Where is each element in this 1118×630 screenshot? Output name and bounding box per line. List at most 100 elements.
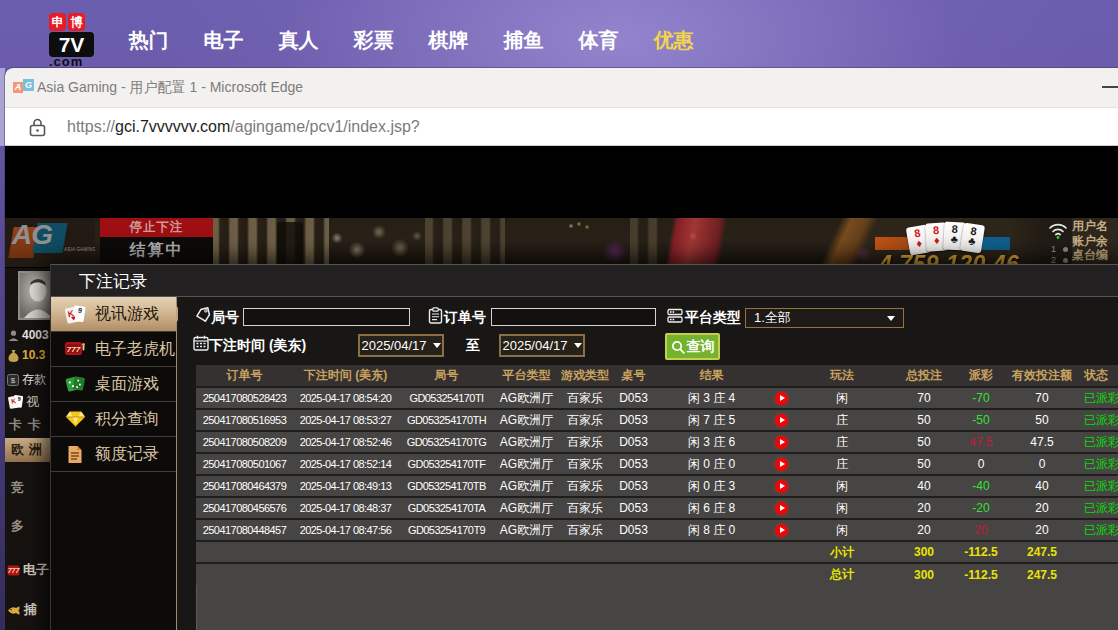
green-dice-icon [64, 374, 86, 394]
casino-blinds [630, 218, 664, 264]
order-no-input[interactable] [491, 308, 656, 326]
svg-text:777: 777 [8, 567, 20, 574]
nav-item[interactable]: 热门 [111, 27, 186, 54]
table-header-cell: 平台类型 [495, 365, 558, 387]
date-to-value: 2025/04/17 [502, 338, 567, 353]
logo-tld: .com [49, 57, 109, 66]
table-header-cell: 结果 [655, 365, 768, 387]
clipboard-icon [428, 307, 443, 324]
replay-button[interactable] [775, 436, 788, 449]
bet-record-row: 2504170804565762025-04-17 08:48:37GD0532… [196, 497, 1118, 519]
browser-titlebar[interactable]: A G Asia Gaming - 用户配置 1 - Microsoft Edg… [5, 68, 1118, 108]
table-header-cell: 游戏类型 [558, 365, 612, 387]
table-header-row: 订单号下注时间 (美东)局号平台类型游戏类型桌号结果玩法总投注派彩有效投注额状态 [196, 365, 1118, 387]
lobby-active-hall[interactable]: 欧洲 [5, 438, 50, 462]
date-from-value: 2025/04/17 [361, 338, 426, 353]
modal-sidebar: K9视讯游戏777电子老虎机桌面游戏积分查询额度记录 [51, 297, 177, 630]
date-to-select[interactable]: 2025/04/17 [499, 334, 585, 357]
dropdown-caret-icon [433, 343, 441, 348]
svg-text:$: $ [11, 376, 16, 385]
site-nav: 热门电子真人彩票棋牌捕鱼体育优惠 [111, 13, 711, 68]
wifi-icon [1048, 222, 1068, 240]
modal-tab-playing-cards[interactable]: K9视讯游戏 [51, 297, 176, 332]
nav-item[interactable]: 真人 [261, 27, 336, 54]
table-header-cell [768, 365, 794, 387]
replay-button[interactable] [775, 414, 788, 427]
round-no-input[interactable] [243, 308, 410, 326]
modal-tab-green-dice[interactable]: 桌面游戏 [51, 367, 176, 402]
ag-logo-card: AG ASIA GAMING [5, 218, 95, 267]
table-info-panel: 用户名账户余桌台编 [1072, 218, 1118, 264]
replay-button[interactable] [775, 480, 788, 493]
modal-tab-slot-777[interactable]: 777电子老虎机 [51, 332, 176, 367]
modal-titlebar: 下注记录 [51, 265, 1118, 297]
nav-item[interactable]: 体育 [561, 27, 636, 54]
replay-button[interactable] [775, 502, 788, 515]
page-viewport: AG ASIA GAMING 停止下注 结算中 8♦︎8♦︎8♣︎8♣︎ 4,7… [5, 146, 1118, 630]
dropdown-caret-icon [574, 343, 582, 348]
minimize-button[interactable] [1102, 86, 1118, 88]
replay-button[interactable] [775, 458, 788, 471]
bet-record-row: 2504170805082092025-04-17 08:52:46GD0532… [196, 431, 1118, 453]
orange-document-icon [64, 445, 86, 464]
nav-item[interactable]: 电子 [186, 27, 261, 54]
lobby-item-fish[interactable]: 捕 [7, 601, 37, 619]
table-header-cell: 局号 [398, 365, 495, 387]
url-text[interactable]: https://gci.7vvvvvv.com/agingame/pcv1/in… [67, 108, 420, 146]
lobby-item-sport[interactable]: 竞 [11, 479, 31, 497]
casino-blinds [425, 218, 505, 264]
bet-time-label: 下注时间 (美东) [209, 337, 306, 353]
browser-window: A G Asia Gaming - 用户配置 1 - Microsoft Edg… [5, 68, 1118, 630]
casino-silhouette [277, 222, 303, 264]
site-logo[interactable]: 申 博 7V .com [49, 13, 109, 73]
nav-item[interactable]: 捕鱼 [486, 27, 561, 54]
url-path: /agingame/pcv1/index.jsp? [230, 118, 419, 136]
address-bar[interactable]: https://gci.7vvvvvv.com/agingame/pcv1/in… [5, 108, 1118, 146]
search-button[interactable]: 查询 [665, 333, 720, 360]
slot-777-icon: 777 [64, 340, 86, 358]
lobby-item-multi[interactable]: 多 [11, 517, 31, 535]
platform-type-label: 平台类型 [685, 309, 741, 325]
table-header-cell: 桌号 [612, 365, 655, 387]
platform-type-select[interactable]: 1.全部 [745, 308, 904, 328]
table-info-label: 用户名 [1072, 219, 1118, 234]
lobby-card-label[interactable]: 卡卡 [9, 416, 47, 434]
ag-favicon: A G [13, 79, 34, 94]
lobby-sidebar: 4003 10.3 $ 存款 K 9 视 卡卡 欧洲 竞 [5, 264, 50, 630]
settling-label: 结算中 [100, 237, 213, 264]
table-header-cell: 下注时间 (美东) [293, 365, 398, 387]
playing-cards-icon: K9 [64, 304, 86, 325]
lobby-item-slots[interactable]: 777 电子 [7, 561, 49, 579]
tag-icon [195, 307, 212, 324]
table-header-cell: 总投注 [890, 365, 958, 387]
modal-tab-gold-diamond[interactable]: 积分查询 [51, 402, 176, 437]
table-header-cell: 玩法 [794, 365, 890, 387]
platform-select-value: 1.全部 [754, 309, 791, 327]
lobby-user-id: 4003 [8, 328, 49, 342]
summary-row: 总计300-112.5247.5 [196, 563, 1118, 585]
modal-tab-orange-document[interactable]: 额度记录 [51, 437, 176, 472]
date-from-select[interactable]: 2025/04/17 [358, 334, 444, 357]
window-title: Asia Gaming - 用户配置 1 - Microsoft Edge [37, 68, 303, 108]
lobby-deposit[interactable]: $ 存款 [7, 371, 46, 388]
bet-records-modal: 下注记录 K9视讯游戏777电子老虎机桌面游戏积分查询额度记录 局号 [50, 264, 1118, 630]
summary-row: 小计300-112.5247.5 [196, 541, 1118, 563]
url-scheme: https:// [67, 118, 115, 136]
lobby-video-games[interactable]: K 9 视 [8, 393, 39, 411]
table-header-cell: 派彩 [958, 365, 1004, 387]
dropdown-caret-icon [887, 316, 895, 321]
order-no-label: 订单号 [444, 309, 486, 325]
table-header-cell: 订单号 [196, 365, 293, 387]
magnifier-icon [671, 340, 685, 354]
replay-button[interactable] [775, 524, 788, 537]
logo-badge-right: 博 [68, 13, 85, 31]
replay-button[interactable] [775, 392, 788, 405]
casino-video-strip: AG ASIA GAMING 停止下注 结算中 8♦︎8♦︎8♣︎8♣︎ 4,7… [5, 218, 1118, 264]
bet-record-row: 2504170804643792025-04-17 08:49:13GD0532… [196, 475, 1118, 497]
nav-item[interactable]: 棋牌 [411, 27, 486, 54]
modal-title: 下注记录 [79, 270, 147, 293]
nav-item[interactable]: 彩票 [336, 27, 411, 54]
nav-item[interactable]: 优惠 [636, 27, 711, 54]
svg-text:777: 777 [67, 345, 81, 354]
round-no-label: 局号 [211, 309, 239, 325]
